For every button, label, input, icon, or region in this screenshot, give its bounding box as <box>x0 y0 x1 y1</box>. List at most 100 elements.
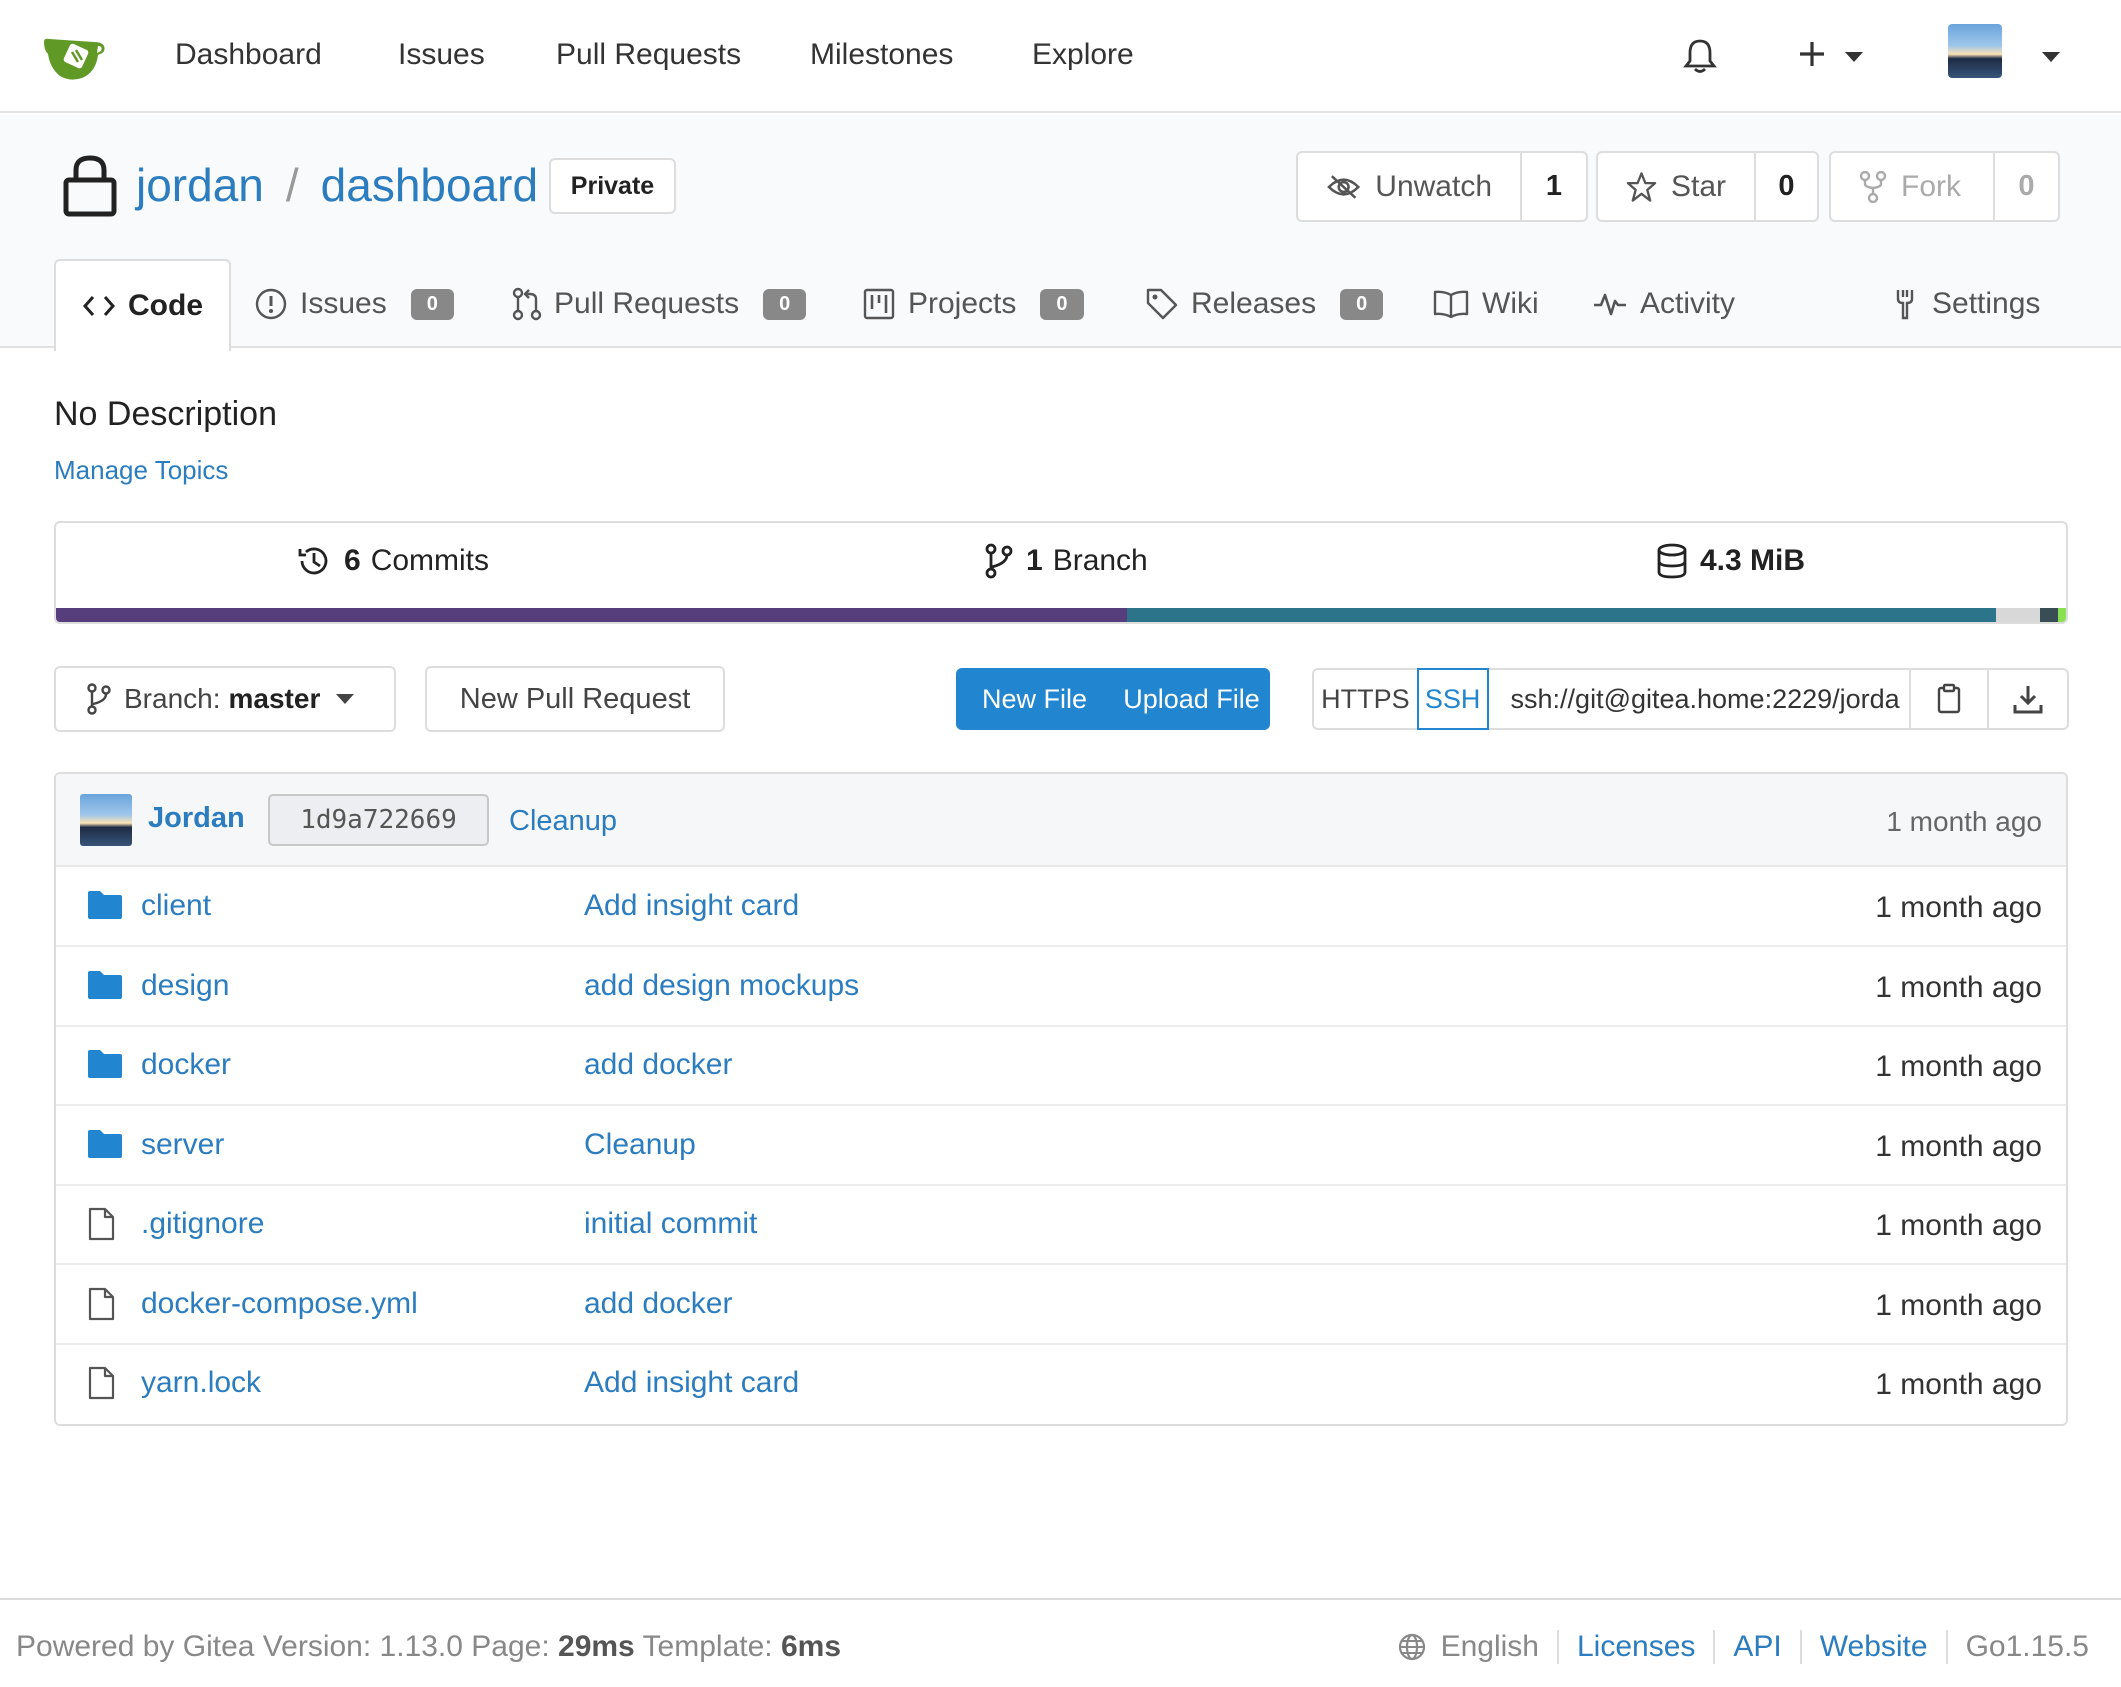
file-commit-message-link[interactable]: add docker <box>584 1287 732 1321</box>
language-bar[interactable] <box>56 608 2066 622</box>
footer-licenses-link[interactable]: Licenses <box>1556 1630 1713 1664</box>
branch-selector[interactable]: Branch: master <box>54 666 396 732</box>
file-name-link[interactable]: .gitignore <box>141 1207 264 1241</box>
repo-owner-link[interactable]: jordan <box>136 158 264 212</box>
database-icon <box>1657 543 1687 579</box>
clone-https-button[interactable]: HTTPS <box>1314 670 1417 728</box>
file-actions-group: New File Upload File <box>956 668 1270 730</box>
footer-go-version: Go1.15.5 <box>1945 1630 2107 1664</box>
language-selector[interactable]: English <box>1379 1630 1557 1664</box>
create-dropdown-caret-icon[interactable] <box>1845 52 1863 62</box>
tab-wiki[interactable]: Wiki <box>1432 259 1539 349</box>
file-name-link[interactable]: design <box>141 969 229 1003</box>
file-icon <box>86 1366 116 1405</box>
eye-closed-icon <box>1327 174 1361 199</box>
file-name-link[interactable]: client <box>141 889 211 923</box>
file-commit-message-link[interactable]: add design mockups <box>584 969 859 1003</box>
new-pull-request-button[interactable]: New Pull Request <box>425 666 725 732</box>
nav-pull-requests[interactable]: Pull Requests <box>556 38 741 72</box>
top-navbar: Dashboard Issues Pull Requests Milestone… <box>0 0 2121 113</box>
file-commit-message-link[interactable]: Add insight card <box>584 889 799 923</box>
file-name-link[interactable]: yarn.lock <box>141 1366 261 1400</box>
file-commit-time: 1 month ago <box>1875 1288 2042 1322</box>
tab-pull-requests[interactable]: Pull Requests 0 <box>512 259 807 349</box>
tab-wiki-label: Wiki <box>1482 287 1539 320</box>
file-row: server Cleanup 1 month ago <box>56 1106 2066 1186</box>
footer-links: English Licenses API Website Go1.15.5 <box>1379 1630 2107 1664</box>
plus-icon[interactable] <box>1798 40 1826 68</box>
language-bar-segment[interactable] <box>1995 608 2040 622</box>
unwatch-button[interactable]: Unwatch <box>1298 153 1522 220</box>
tab-activity[interactable]: Activity <box>1592 259 1735 349</box>
upload-file-button[interactable]: Upload File <box>1113 668 1270 730</box>
tab-code-label: Code <box>128 289 203 322</box>
commits-stat[interactable]: 6 Commits <box>296 543 489 579</box>
commit-author-link[interactable]: Jordan <box>148 802 245 835</box>
fork-button[interactable]: Fork <box>1831 153 1995 220</box>
nav-issues[interactable]: Issues <box>398 38 485 72</box>
star-icon <box>1626 171 1657 202</box>
branch-stat[interactable]: 1 Branch <box>984 543 1148 579</box>
clone-url-input[interactable]: ssh://git@gitea.home:2229/jorda <box>1489 670 1912 728</box>
commit-author-avatar[interactable] <box>80 794 132 846</box>
tab-settings[interactable]: Settings <box>1890 259 2040 349</box>
manage-topics-link[interactable]: Manage Topics <box>54 455 228 486</box>
star-button[interactable]: Star <box>1598 153 1756 220</box>
commits-label: Commits <box>370 544 490 577</box>
file-commit-message-link[interactable]: add docker <box>584 1048 732 1082</box>
file-icon <box>86 1207 116 1246</box>
file-name-link[interactable]: docker <box>141 1048 231 1082</box>
nav-explore[interactable]: Explore <box>1032 38 1134 72</box>
star-button-group: Star 0 <box>1596 151 1819 222</box>
clone-ssh-button[interactable]: SSH <box>1416 668 1489 730</box>
footer-api-link[interactable]: API <box>1713 1630 1799 1664</box>
tab-projects[interactable]: Projects 0 <box>862 259 1084 349</box>
chevron-down-icon <box>336 694 355 704</box>
file-row: design add design mockups 1 month ago <box>56 947 2066 1027</box>
tab-code[interactable]: Code <box>54 259 231 351</box>
nav-dashboard[interactable]: Dashboard <box>175 38 322 72</box>
bell-icon[interactable] <box>1683 38 1717 74</box>
tab-pull-requests-label: Pull Requests <box>554 287 740 320</box>
size-stat: 4.3 MiB <box>1656 543 1815 579</box>
file-commit-message-link[interactable]: initial commit <box>584 1207 757 1241</box>
repo-tabs: Code Issues 0 Pull Requests 0 Projects 0 <box>0 259 2121 351</box>
folder-icon <box>86 969 124 1006</box>
file-commit-message-link[interactable]: Add insight card <box>584 1366 799 1400</box>
language-bar-segment[interactable] <box>56 608 1128 622</box>
nav-milestones[interactable]: Milestones <box>810 38 953 72</box>
commit-message-link[interactable]: Cleanup <box>509 805 617 838</box>
tools-icon <box>1896 290 1914 320</box>
repo-size: 4.3 MiB <box>1700 544 1806 577</box>
file-name-link[interactable]: server <box>141 1128 224 1162</box>
tab-issues[interactable]: Issues 0 <box>254 259 454 349</box>
repo-name-link[interactable]: dashboard <box>321 158 538 212</box>
download-button[interactable] <box>1989 670 2067 728</box>
new-file-button[interactable]: New File <box>956 668 1113 730</box>
file-name-link[interactable]: docker-compose.yml <box>141 1287 418 1321</box>
language-bar-segment[interactable] <box>2057 608 2066 622</box>
file-commit-time: 1 month ago <box>1875 1129 2042 1163</box>
fork-count[interactable]: 0 <box>1995 153 2058 220</box>
user-avatar[interactable] <box>1948 24 2002 78</box>
watch-count[interactable]: 1 <box>1522 153 1586 220</box>
branch-name: master <box>228 683 321 714</box>
commit-sha-button[interactable]: 1d9a722669 <box>268 794 489 846</box>
copy-url-button[interactable] <box>1911 670 1990 728</box>
language-bar-segment[interactable] <box>1127 608 1996 622</box>
file-commit-time: 1 month ago <box>1875 891 2042 924</box>
folder-icon <box>86 889 124 926</box>
download-icon <box>2013 686 2043 714</box>
user-menu-caret-icon[interactable] <box>2042 52 2060 62</box>
repo-description: No Description <box>54 395 277 433</box>
commits-count: 6 <box>344 544 361 577</box>
footer-website-link[interactable]: Website <box>1799 1630 1946 1664</box>
page-footer: Powered by Gitea Version: 1.13.0 Page: 2… <box>0 1598 2121 1687</box>
tab-releases[interactable]: Releases 0 <box>1145 259 1384 349</box>
star-count[interactable]: 0 <box>1756 153 1817 220</box>
footer-template-label: Template: <box>642 1630 773 1663</box>
file-commit-message-link[interactable]: Cleanup <box>584 1128 696 1162</box>
branch-prefix: Branch: <box>124 683 221 714</box>
language-bar-segment[interactable] <box>2039 608 2058 622</box>
gitea-logo-icon[interactable] <box>42 32 108 82</box>
